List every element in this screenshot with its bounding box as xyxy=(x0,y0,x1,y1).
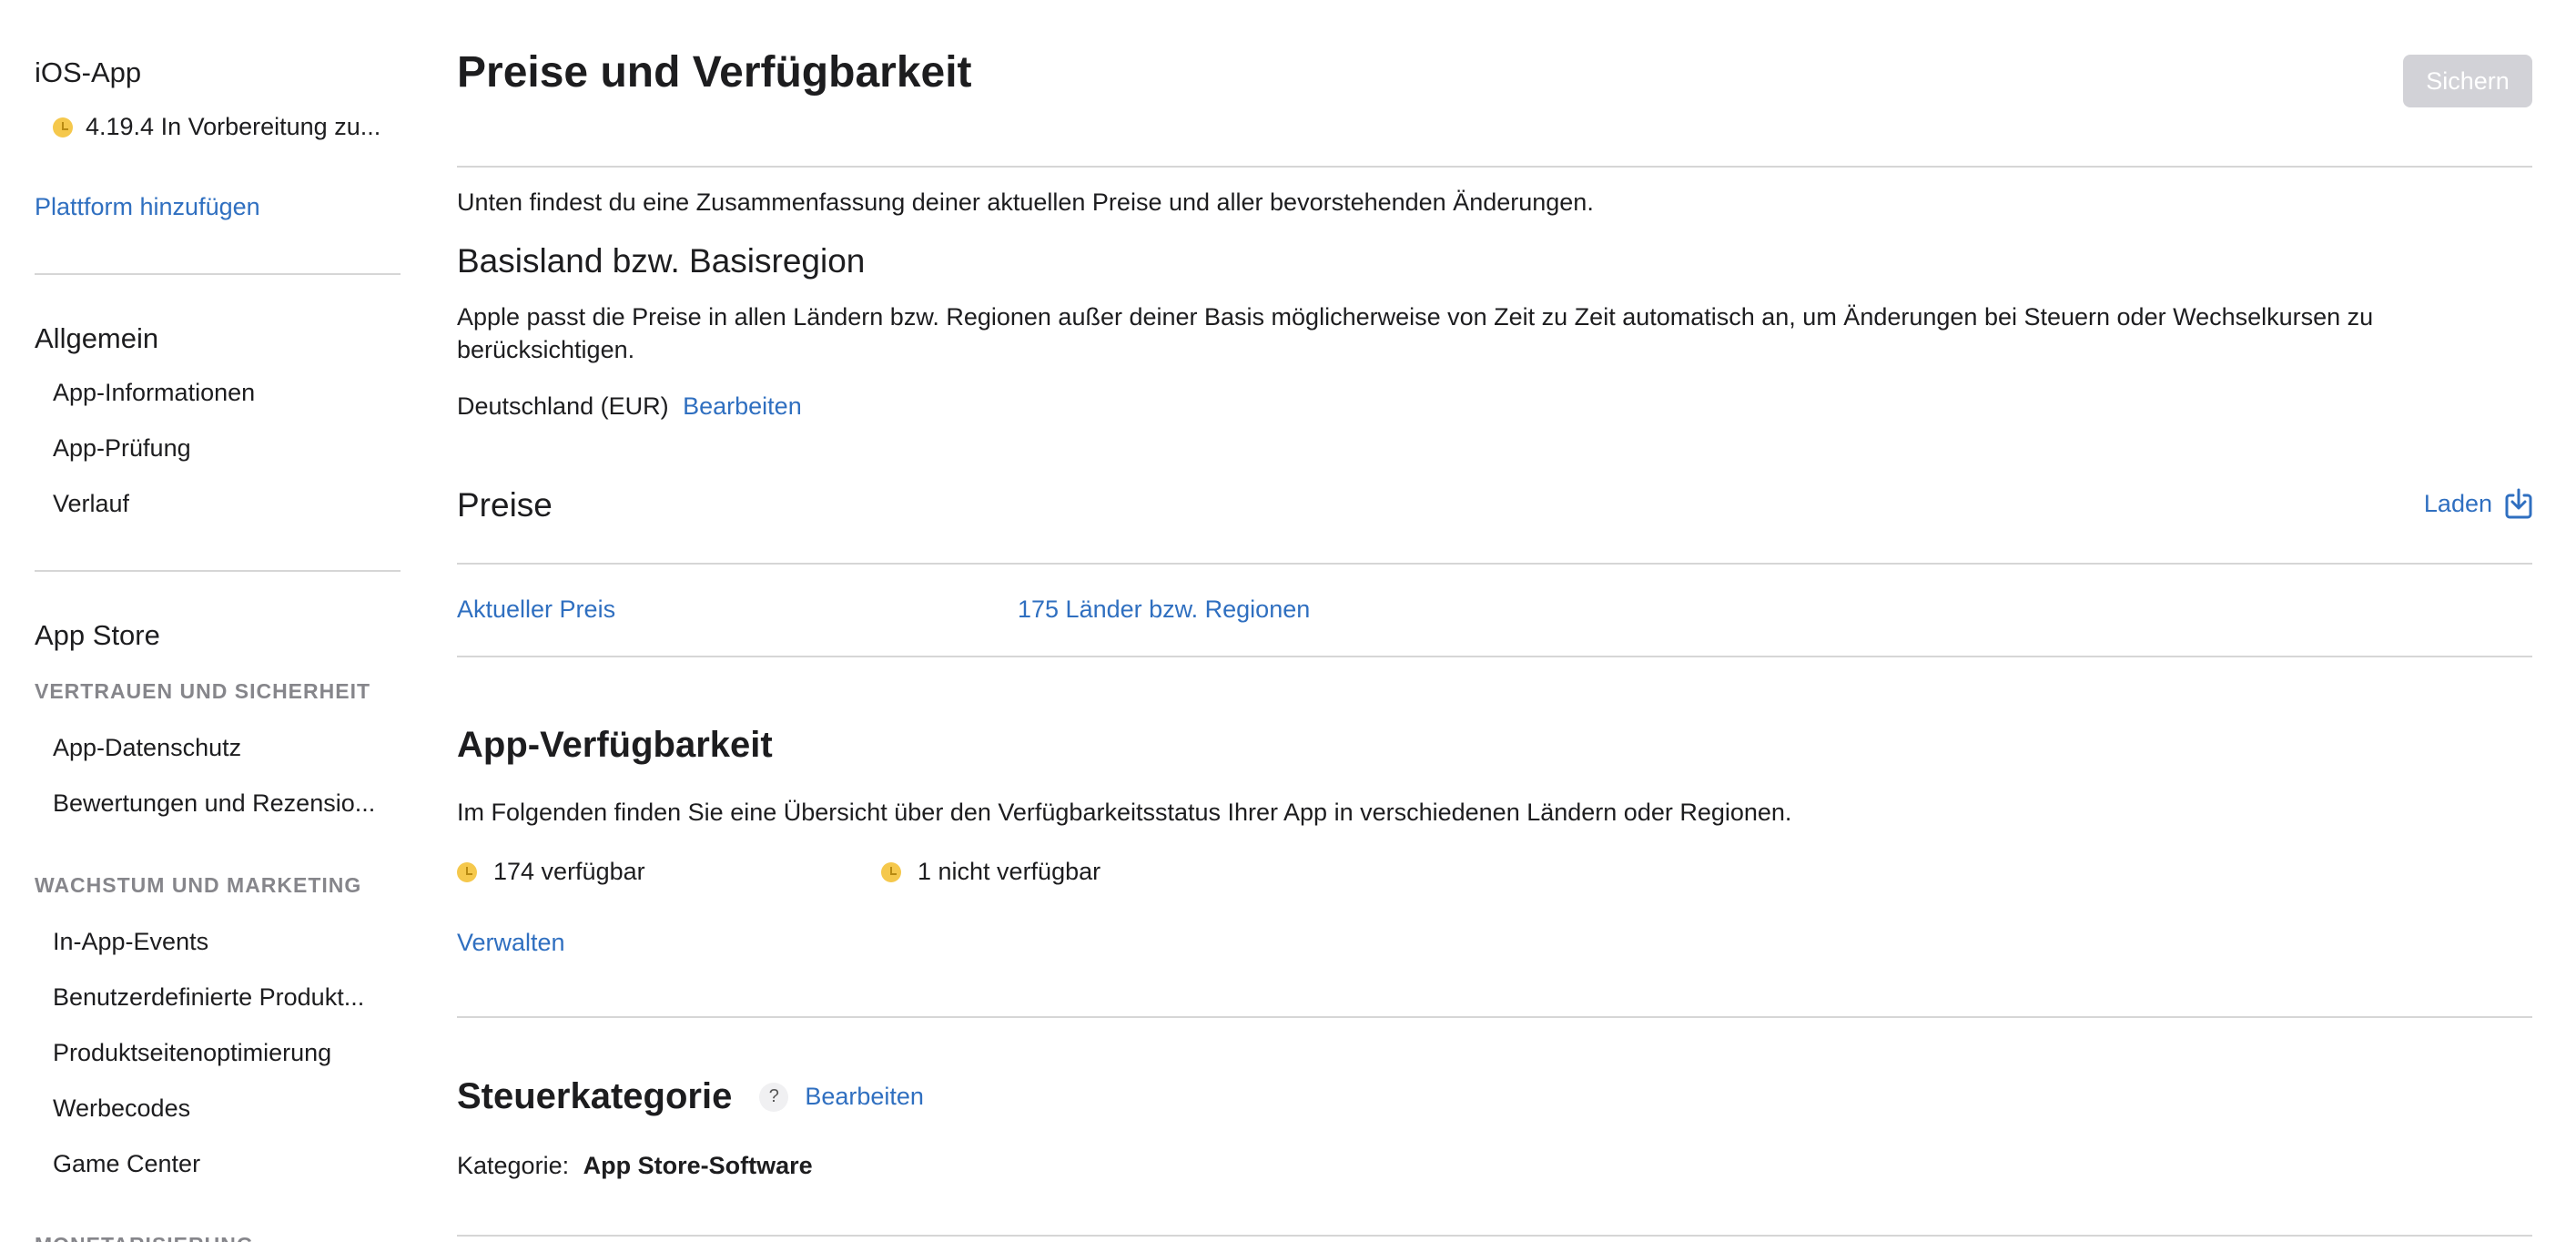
download-tray-icon xyxy=(2505,488,2532,519)
base-region-description: Apple passt die Preise in allen Ländern … xyxy=(457,303,2374,363)
tax-category-header: Steuerkategorie ? Bearbeiten xyxy=(457,1076,924,1117)
current-price-link[interactable]: Aktueller Preis xyxy=(457,596,615,624)
countries-regions-link[interactable]: 175 Länder bzw. Regionen xyxy=(1018,596,1310,624)
summary-text: Unten findest du eine Zusammenfassung de… xyxy=(457,188,1594,216)
unavailable-count: 1 nicht verfügbar xyxy=(881,858,1100,886)
load-label: Laden xyxy=(2423,489,2492,517)
available-label: 174 verfügbar xyxy=(493,858,645,885)
divider xyxy=(457,1235,2532,1237)
divider xyxy=(457,656,2532,657)
version-status-label: 4.19.4 In Vorbereitung zu... xyxy=(86,113,381,140)
sidebar-heading-general: Allgemein xyxy=(35,322,159,354)
sidebar-item-in-app-events[interactable]: In-App-Events xyxy=(53,928,208,956)
load-prices-button[interactable]: Laden xyxy=(2424,488,2532,519)
sidebar-divider xyxy=(35,570,401,572)
base-country-value: Deutschland (EUR) xyxy=(457,392,669,420)
sidebar: iOS-App 4.19.4 In Vorbereitung zu... Pla… xyxy=(35,0,401,1242)
sidebar-app-title[interactable]: iOS-App xyxy=(35,56,141,89)
question-mark-icon[interactable]: ? xyxy=(759,1082,789,1112)
sidebar-caption-trust: VERTRAUEN UND SICHERHEIT xyxy=(35,679,371,703)
availability-heading: App-Verfügbarkeit xyxy=(457,725,773,765)
prices-heading: Preise xyxy=(457,486,553,524)
base-region-heading: Basisland bzw. Basisregion xyxy=(457,242,866,280)
sidebar-item-game-center[interactable]: Game Center xyxy=(53,1150,200,1178)
sidebar-item-history[interactable]: Verlauf xyxy=(53,490,129,518)
tax-category-heading: Steuerkategorie xyxy=(457,1076,733,1116)
divider xyxy=(457,1016,2532,1018)
clock-badge-icon xyxy=(53,117,73,137)
page-title: Preise und Verfügbarkeit xyxy=(457,48,972,97)
availability-description: Im Folgenden finden Sie eine Übersicht ü… xyxy=(457,799,1792,826)
sidebar-caption-monetization: MONETARISIERUNG xyxy=(35,1233,254,1242)
add-platform-link[interactable]: Plattform hinzufügen xyxy=(35,193,260,221)
available-count: 174 verfügbar xyxy=(457,858,645,886)
manage-availability-link[interactable]: Verwalten xyxy=(457,929,565,957)
edit-tax-category-link[interactable]: Bearbeiten xyxy=(805,1083,924,1111)
sidebar-item-promo-codes[interactable]: Werbecodes xyxy=(53,1094,190,1123)
sidebar-item-app-review[interactable]: App-Prüfung xyxy=(53,434,191,463)
category-label: Kategorie: xyxy=(457,1152,570,1179)
sidebar-divider xyxy=(35,273,401,275)
sidebar-item-version[interactable]: 4.19.4 In Vorbereitung zu... xyxy=(53,113,380,141)
sidebar-heading-app-store: App Store xyxy=(35,619,160,651)
sidebar-item-custom-product-pages[interactable]: Benutzerdefinierte Produkt... xyxy=(53,983,364,1012)
clock-badge-icon xyxy=(881,861,901,882)
clock-badge-icon xyxy=(457,861,477,882)
divider xyxy=(457,563,2532,565)
unavailable-label: 1 nicht verfügbar xyxy=(918,858,1101,885)
edit-base-country-link[interactable]: Bearbeiten xyxy=(683,392,802,420)
tax-category-row: Kategorie: App Store-Software xyxy=(457,1149,813,1182)
main-content: Preise und Verfügbarkeit Sichern Unten f… xyxy=(457,0,2532,1242)
sidebar-item-product-page-optimization[interactable]: Produktseitenoptimierung xyxy=(53,1039,331,1067)
save-button[interactable]: Sichern xyxy=(2403,55,2532,107)
sidebar-item-ratings[interactable]: Bewertungen und Rezensio... xyxy=(53,789,375,818)
sidebar-item-app-privacy[interactable]: App-Datenschutz xyxy=(53,734,241,762)
sidebar-item-app-information[interactable]: App-Informationen xyxy=(53,379,255,407)
base-country-row: Deutschland (EUR) Bearbeiten xyxy=(457,390,802,422)
divider xyxy=(457,166,2532,168)
sidebar-caption-growth: WACHSTUM UND MARKETING xyxy=(35,873,362,897)
category-value: App Store-Software xyxy=(583,1152,813,1179)
